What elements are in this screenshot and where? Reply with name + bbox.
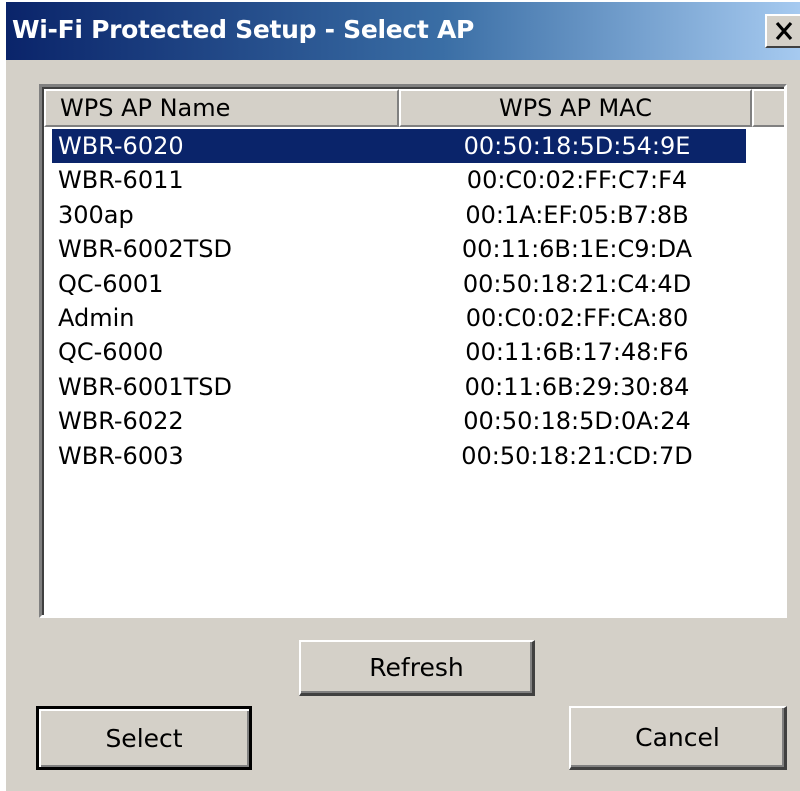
- cell-ap-name: WBR-6001TSD: [58, 372, 233, 401]
- cell-ap-mac: 00:1A:EF:05:B7:8B: [465, 200, 689, 229]
- table-row[interactable]: WBR-6003 00:50:18:21:CD:7D: [52, 439, 746, 473]
- ap-list[interactable]: WPS AP Name WPS AP MAC WBR-6020 00:50:18:…: [39, 84, 787, 618]
- table-row[interactable]: WBR-6002TSD 00:11:6B:1E:C9:DA: [52, 232, 746, 266]
- cell-ap-name: QC-6000: [58, 338, 164, 367]
- cell-ap-name: QC-6001: [58, 269, 164, 298]
- cell-ap-name: WBR-6011: [58, 166, 184, 195]
- cell-ap-mac: 00:50:18:5D:0A:24: [463, 407, 691, 436]
- cell-ap-mac: 00:50:18:5D:54:9E: [463, 132, 691, 160]
- cell-ap-mac: 00:11:6B:1E:C9:DA: [461, 235, 693, 264]
- cell-ap-name: Admin: [58, 303, 135, 332]
- list-header: WPS AP Name WPS AP MAC: [44, 89, 784, 127]
- cell-ap-name: WBR-6020: [58, 132, 184, 160]
- close-icon: [775, 21, 793, 41]
- cell-ap-name: WBR-6003: [58, 441, 184, 470]
- column-header-filler: [752, 89, 784, 127]
- cell-ap-mac: 00:11:6B:29:30:84: [464, 372, 690, 401]
- cell-ap-mac: 00:C0:02:FF:C7:F4: [466, 166, 688, 195]
- window-title: Wi-Fi Protected Setup - Select AP: [12, 15, 475, 44]
- column-header-mac[interactable]: WPS AP MAC: [399, 89, 752, 127]
- cell-ap-mac: 00:50:18:21:C4:4D: [462, 269, 692, 298]
- column-header-name[interactable]: WPS AP Name: [44, 89, 399, 127]
- close-button[interactable]: [765, 14, 800, 48]
- table-row[interactable]: WBR-6001TSD 00:11:6B:29:30:84: [52, 370, 746, 404]
- select-button[interactable]: Select: [36, 706, 252, 770]
- cell-ap-mac: 00:50:18:21:CD:7D: [461, 441, 693, 470]
- table-row[interactable]: WBR-6022 00:50:18:5D:0A:24: [52, 404, 746, 438]
- cancel-button[interactable]: Cancel: [569, 706, 787, 770]
- cell-ap-name: WBR-6002TSD: [58, 235, 233, 264]
- table-row[interactable]: QC-6000 00:11:6B:17:48:F6: [52, 335, 746, 369]
- cell-ap-name: 300ap: [58, 200, 134, 229]
- cell-ap-name: WBR-6022: [58, 407, 184, 436]
- title-bar[interactable]: Wi-Fi Protected Setup - Select AP: [6, 2, 800, 60]
- dialog-window: Wi-Fi Protected Setup - Select AP WPS AP…: [0, 0, 800, 791]
- table-row[interactable]: 300ap 00:1A:EF:05:B7:8B: [52, 198, 746, 232]
- cell-ap-mac: 00:11:6B:17:48:F6: [465, 338, 689, 367]
- table-row[interactable]: WBR-6020 00:50:18:5D:54:9E: [52, 129, 746, 164]
- list-rows: WBR-6020 00:50:18:5D:54:9E WBR-6011 00:C0:0…: [52, 129, 746, 473]
- table-row[interactable]: WBR-6011 00:C0:02:FF:C7:F4: [52, 163, 746, 197]
- cell-ap-mac: 00:C0:02:FF:CA:80: [465, 303, 689, 332]
- table-row[interactable]: Admin 00:C0:02:FF:CA:80: [52, 301, 746, 335]
- table-row[interactable]: QC-6001 00:50:18:21:C4:4D: [52, 267, 746, 301]
- refresh-button[interactable]: Refresh: [299, 640, 535, 696]
